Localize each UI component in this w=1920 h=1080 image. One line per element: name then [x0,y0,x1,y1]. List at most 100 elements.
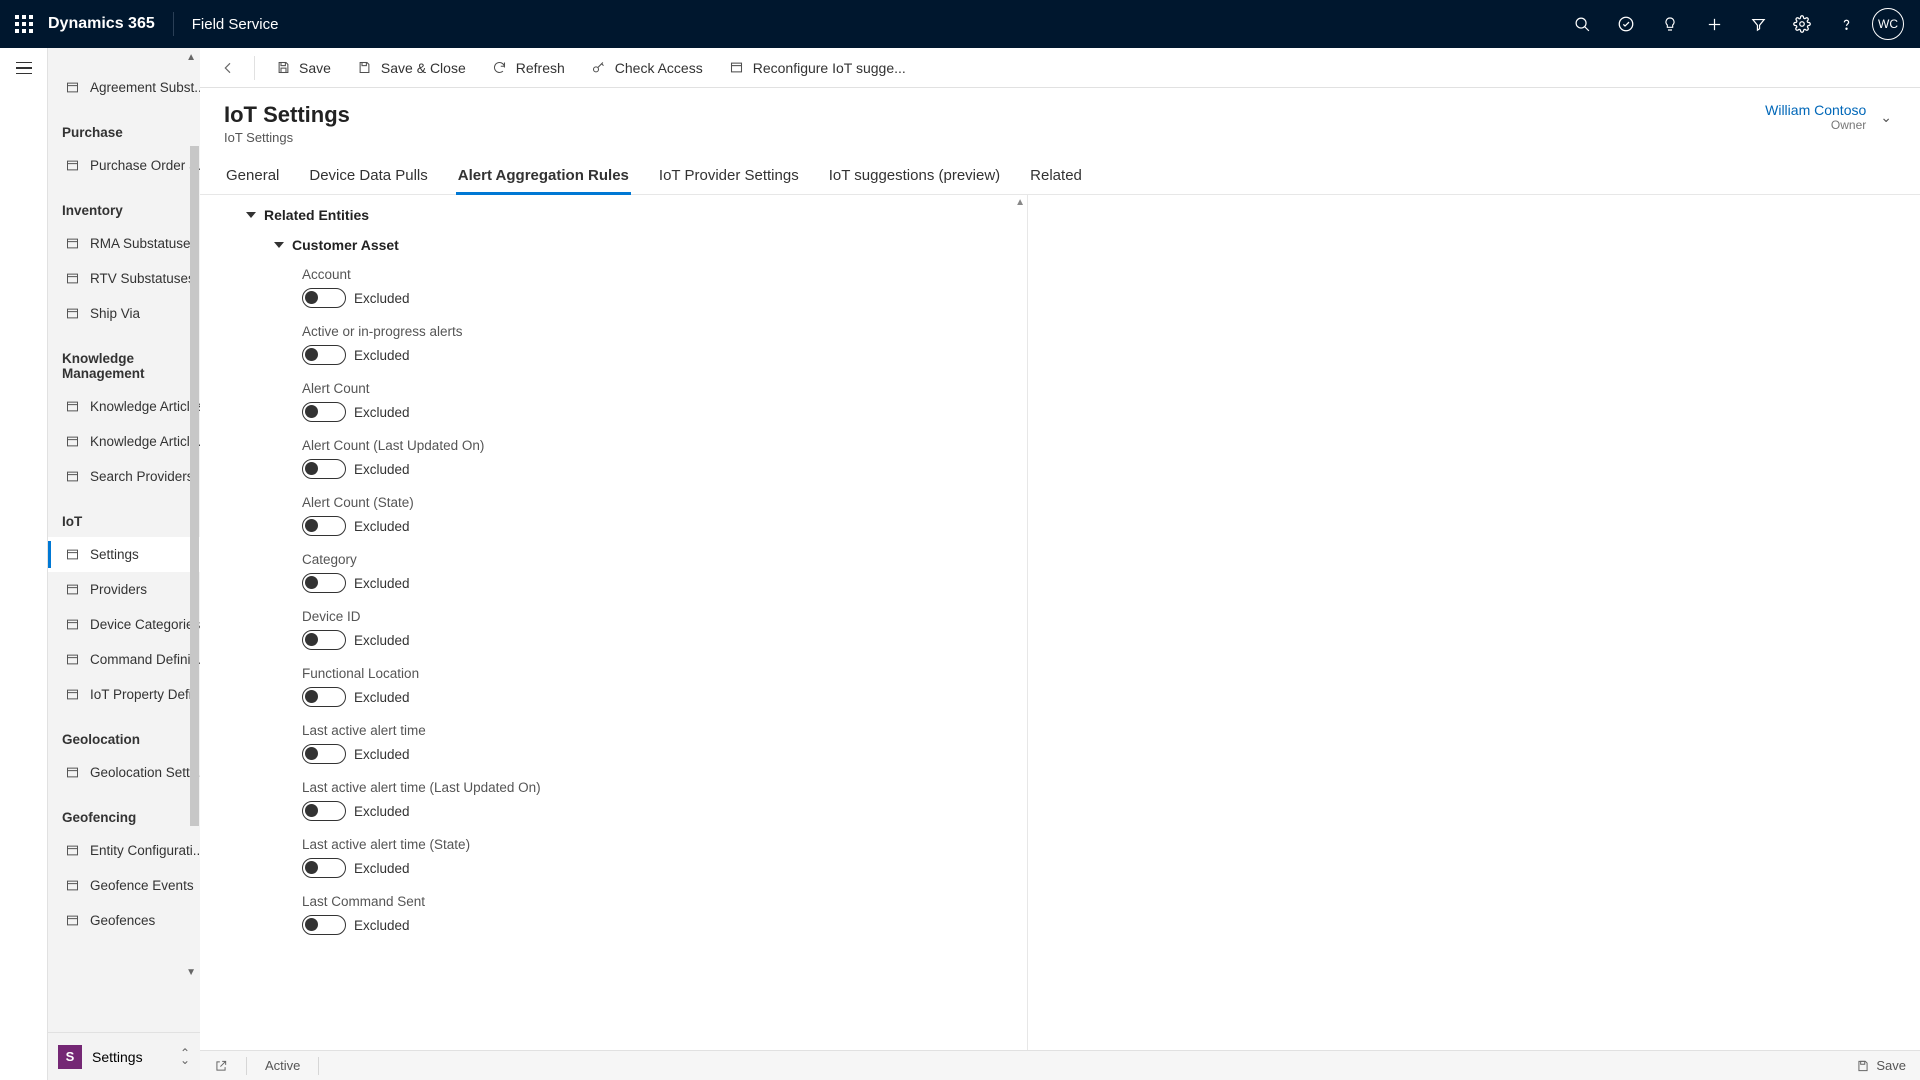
toggle-switch[interactable] [302,801,346,821]
sidebar-item-label: Command Definiti... [90,652,200,667]
tab[interactable]: Alert Aggregation Rules [456,157,631,194]
popout-button[interactable] [214,1059,228,1073]
generic-icon [64,158,80,174]
field-label: Alert Count (State) [302,495,1003,510]
sidebar-scroll-down[interactable]: ▼ [186,967,196,978]
filter-button[interactable] [1736,0,1780,48]
toggle-switch[interactable] [302,915,346,935]
form-scroll-up[interactable]: ▲ [1015,197,1025,208]
sidebar-item[interactable]: Search Providers [48,459,200,494]
tab[interactable]: IoT Provider Settings [657,157,801,194]
reconfigure-button[interactable]: Reconfigure IoT sugge... [719,52,916,84]
toggle-switch[interactable] [302,288,346,308]
sidebar-item[interactable]: IoT Property Defin... [48,677,200,712]
form-field: Alert CountExcluded [302,381,1003,422]
subsection-customer-asset[interactable]: Customer Asset [274,237,1003,253]
sitemap-toggle-button[interactable] [0,48,48,88]
refresh-button[interactable]: Refresh [482,52,575,84]
toggle-state-label: Excluded [354,747,410,762]
toggle-switch[interactable] [302,858,346,878]
waffle-icon [15,15,33,33]
sidebar-item-label: Geofences [90,913,155,928]
sidebar-group-header: IoT [48,494,200,537]
search-button[interactable] [1560,0,1604,48]
footer-save-button[interactable]: Save [1856,1058,1906,1073]
sidebar-item[interactable]: RMA Substatuses [48,226,200,261]
form-field: Last Command SentExcluded [302,894,1003,935]
toggle-switch[interactable] [302,345,346,365]
area-switcher-button[interactable]: S Settings ⌃⌄ [48,1032,200,1080]
lightbulb-icon [1662,15,1678,33]
sidebar-item[interactable]: Providers [48,572,200,607]
tab[interactable]: General [224,157,281,194]
tab[interactable]: IoT suggestions (preview) [827,157,1002,194]
section-related-entities[interactable]: Related Entities [246,207,1003,223]
save-close-button[interactable]: Save & Close [347,52,476,84]
sidebar-item[interactable]: RTV Substatuses [48,261,200,296]
toggle-knob [305,576,318,589]
sidebar-scrollbar[interactable] [190,146,199,826]
help-button[interactable] [1824,0,1868,48]
sidebar-item[interactable]: Agreement Subst... [48,70,200,105]
sidebar-item-label: Knowledge Articles [90,399,200,414]
generic-icon [64,469,80,485]
sidebar-item[interactable]: Settings [48,537,200,572]
save-button[interactable]: Save [265,52,341,84]
generic-icon [64,547,80,563]
toggle-switch[interactable] [302,459,346,479]
toggle-state-label: Excluded [354,519,410,534]
generic-icon [64,271,80,287]
save-icon [1856,1059,1870,1073]
sidebar-item[interactable]: Knowledge Article... [48,424,200,459]
cmdbar-divider [254,56,255,80]
toggle-switch[interactable] [302,573,346,593]
popout-icon [214,1059,228,1073]
sidebar-item-label: RMA Substatuses [90,236,197,251]
status-bar: Active Save [200,1050,1920,1080]
sidebar-item[interactable]: Geofences [48,903,200,938]
toggle-switch[interactable] [302,744,346,764]
toggle-knob [305,462,318,475]
sidebar-item[interactable]: Command Definiti... [48,642,200,677]
toggle-knob [305,633,318,646]
form-field: Functional LocationExcluded [302,666,1003,707]
sidebar-item[interactable]: Purchase Order S... [48,148,200,183]
back-button[interactable] [212,52,244,84]
toggle-knob [305,918,318,931]
record-owner-button[interactable]: William Contoso Owner ⌄ [1765,102,1892,132]
toggle-switch[interactable] [302,687,346,707]
sidebar-item[interactable]: Geofence Events [48,868,200,903]
sidebar-item[interactable]: Ship Via [48,296,200,331]
owner-role: Owner [1831,118,1866,132]
sidebar-item-label: Search Providers [90,469,194,484]
sidebar-item-label: Entity Configurati... [90,843,200,858]
toggle-switch[interactable] [302,630,346,650]
area-badge: S [58,1045,82,1069]
generic-icon [64,582,80,598]
sidebar-item-label: Providers [90,582,147,597]
tab[interactable]: Related [1028,157,1084,194]
settings-button[interactable] [1780,0,1824,48]
task-button[interactable] [1604,0,1648,48]
sidebar-item[interactable]: Knowledge Articles [48,389,200,424]
owner-name: William Contoso [1765,102,1866,118]
help-icon [1838,16,1855,33]
add-button[interactable] [1692,0,1736,48]
toggle-switch[interactable] [302,516,346,536]
toggle-knob [305,519,318,532]
check-access-button[interactable]: Check Access [581,52,713,84]
subsection-label: Customer Asset [292,237,399,253]
record-status: Active [265,1058,300,1073]
sidebar-item[interactable]: Device Categories [48,607,200,642]
window-icon [729,60,745,76]
sidebar-item[interactable]: Geolocation Setti... [48,755,200,790]
topbar-divider [173,12,174,36]
tab[interactable]: Device Data Pulls [307,157,429,194]
reconfigure-label: Reconfigure IoT sugge... [753,60,906,76]
insights-button[interactable] [1648,0,1692,48]
app-launcher-button[interactable] [0,0,48,48]
sidebar-item[interactable]: Entity Configurati... [48,833,200,868]
chevron-down-icon: ⌄ [1880,109,1892,126]
toggle-switch[interactable] [302,402,346,422]
user-avatar[interactable]: WC [1872,8,1904,40]
